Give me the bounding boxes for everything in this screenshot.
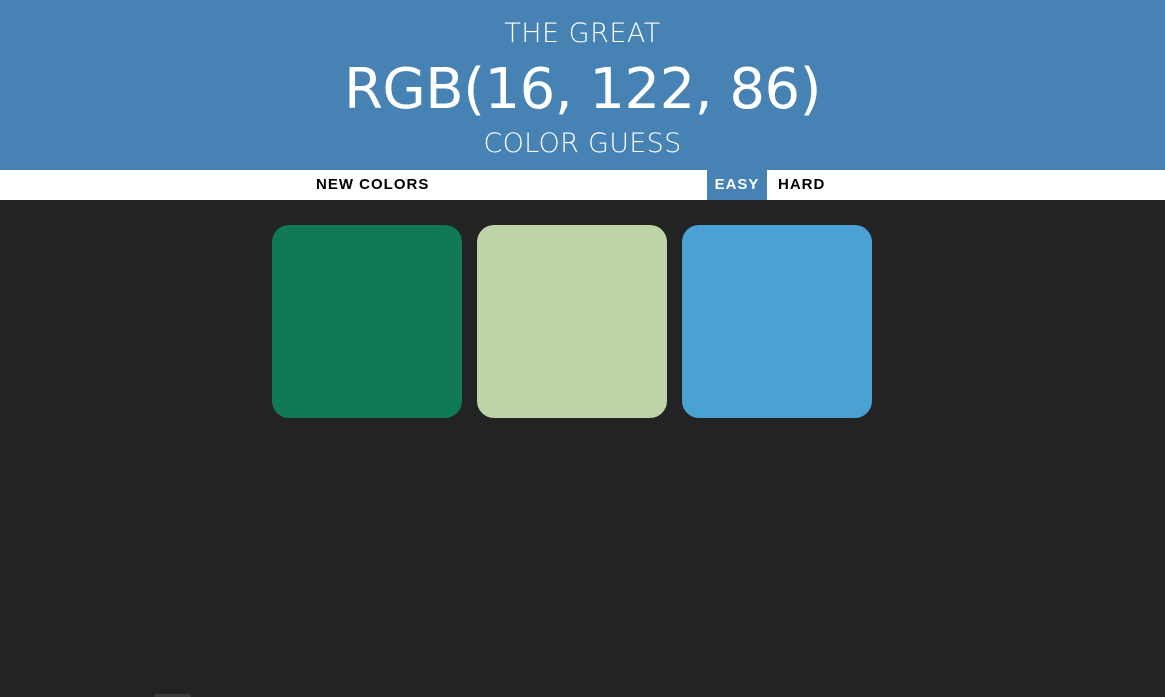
- control-stripe: NEW COLORS EASY HARD: [0, 170, 1165, 200]
- easy-mode-button[interactable]: EASY: [707, 170, 767, 200]
- title-bottom: COLOR GUESS: [483, 128, 682, 159]
- title-top: THE GREAT: [504, 18, 661, 49]
- new-colors-button[interactable]: NEW COLORS: [310, 170, 436, 200]
- header: THE GREAT RGB(16, 122, 86) COLOR GUESS: [0, 0, 1165, 170]
- color-square-3[interactable]: [682, 225, 872, 418]
- target-color-display: RGB(16, 122, 86): [343, 57, 822, 122]
- color-square-2[interactable]: [477, 225, 667, 418]
- color-square-1[interactable]: [272, 225, 462, 418]
- hard-mode-button[interactable]: HARD: [772, 170, 832, 200]
- squares-container: [0, 200, 1165, 697]
